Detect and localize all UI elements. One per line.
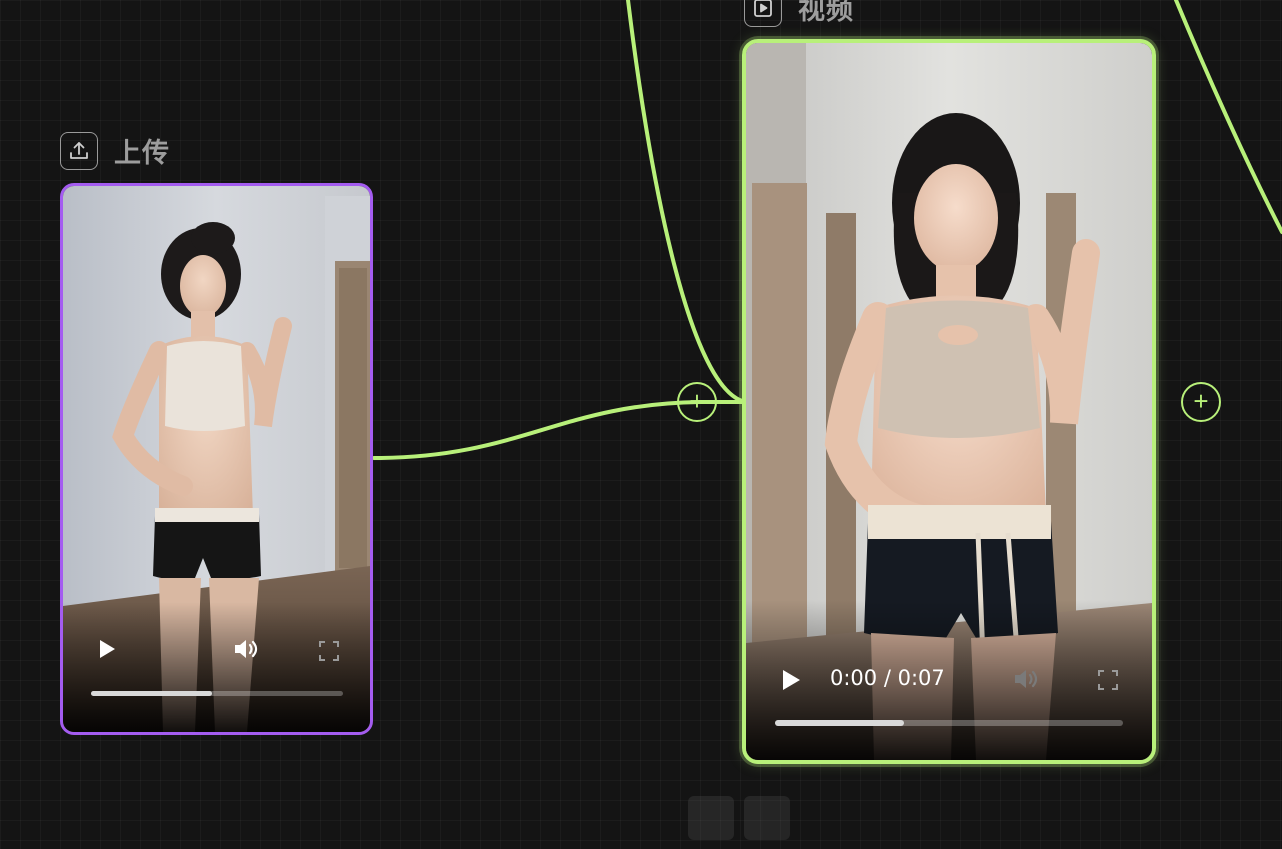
upload-progress-fill xyxy=(91,691,212,696)
plus-icon: + xyxy=(689,385,705,416)
edge-incoming-top xyxy=(626,0,748,404)
upload-play-button[interactable] xyxy=(97,638,117,665)
upload-progress-bar[interactable] xyxy=(91,691,343,696)
upload-volume-button[interactable] xyxy=(233,637,261,666)
upload-controls-overlay xyxy=(63,602,370,732)
video-node-title: 视频 xyxy=(798,0,854,26)
video-play-button[interactable] xyxy=(780,668,802,697)
workflow-canvas[interactable]: 上传 视频 0:00 / 0:07 + + xyxy=(0,0,1282,849)
toolbar-thumb-2 xyxy=(744,796,790,840)
video-progress-bar[interactable] xyxy=(775,720,1123,726)
upload-fullscreen-button[interactable] xyxy=(319,641,339,666)
video-input-port[interactable]: + xyxy=(677,382,717,422)
node-toolbar-ghost xyxy=(688,796,790,840)
video-volume-button[interactable] xyxy=(1013,667,1041,696)
video-output-port[interactable]: + xyxy=(1181,382,1221,422)
plus-icon: + xyxy=(1193,385,1209,416)
play-box-icon xyxy=(744,0,782,27)
video-controls-overlay xyxy=(746,600,1152,760)
upload-icon xyxy=(60,131,98,170)
upload-node-title: 上传 xyxy=(114,138,170,169)
video-node-header[interactable]: 视频 xyxy=(744,0,854,27)
upload-node-header[interactable]: 上传 xyxy=(60,131,170,170)
video-progress-fill xyxy=(775,720,904,726)
video-output-card[interactable]: 0:00 / 0:07 xyxy=(742,39,1156,764)
upload-video-card[interactable] xyxy=(60,183,373,735)
edge-outgoing-right xyxy=(1174,0,1282,234)
video-fullscreen-button[interactable] xyxy=(1098,670,1118,695)
video-time-display: 0:00 / 0:07 xyxy=(830,666,945,690)
toolbar-thumb-1 xyxy=(688,796,734,840)
